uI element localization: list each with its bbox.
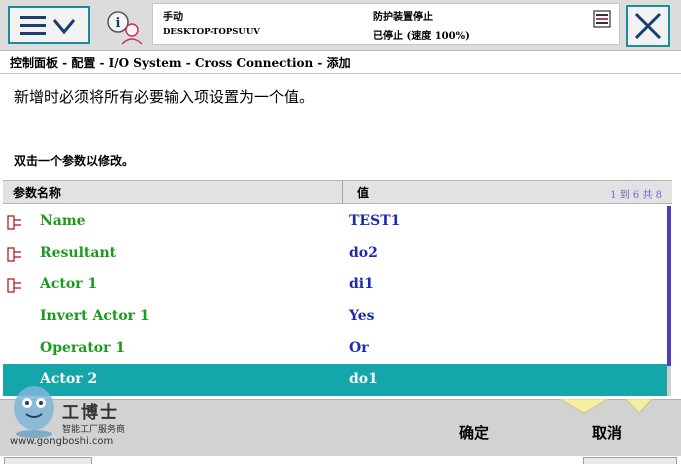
watermark-tagline: 智能工厂服务商 bbox=[62, 425, 126, 435]
top-bar: i 手动 DESKTOP-TOPSUUV 防护装置停止 已停止 (速度 100%… bbox=[0, 0, 681, 51]
ok-button[interactable]: 确定 bbox=[410, 408, 538, 454]
parameter-list: Name TEST1 Resultant do2 Actor 1 di1 Inv… bbox=[3, 206, 667, 397]
scrollbar-thumb[interactable] bbox=[667, 206, 671, 366]
param-value: do2 bbox=[349, 244, 378, 261]
table-header: 参数名称 值 1 到 6 共 8 bbox=[3, 180, 672, 204]
table-row[interactable]: Actor 1 di1 bbox=[3, 269, 667, 301]
operator-info-icon[interactable]: i bbox=[104, 6, 146, 46]
close-icon bbox=[634, 12, 662, 40]
task-tab[interactable] bbox=[4, 457, 92, 464]
cancel-button-label: 取消 bbox=[591, 424, 622, 442]
status-panel: 手动 DESKTOP-TOPSUUV 防护装置停止 已停止 (速度 100%) bbox=[152, 3, 620, 45]
column-header-value: 值 bbox=[357, 186, 370, 200]
param-value: di1 bbox=[349, 276, 374, 293]
scrollbar-track[interactable] bbox=[667, 366, 671, 396]
svg-text:i: i bbox=[116, 16, 121, 31]
breadcrumb: 控制面板 - 配置 - I/O System - Cross Connectio… bbox=[0, 51, 681, 74]
mascot-logo-icon bbox=[14, 386, 54, 438]
task-strip bbox=[0, 456, 681, 464]
required-param-icon bbox=[7, 247, 23, 263]
table-row[interactable]: Resultant do2 bbox=[3, 238, 667, 270]
param-name: Invert Actor 1 bbox=[40, 308, 150, 325]
close-button[interactable] bbox=[626, 5, 670, 47]
param-value: Yes bbox=[349, 308, 375, 325]
table-row[interactable]: Operator 1 Or bbox=[3, 333, 667, 365]
event-log-icon[interactable] bbox=[593, 10, 611, 28]
hint-text: 双击一个参数以修改。 bbox=[14, 154, 135, 168]
watermark-brand: 工博士 bbox=[62, 403, 119, 423]
watermark-url: www.gongboshi.com bbox=[10, 436, 114, 447]
param-name: Resultant bbox=[40, 244, 117, 261]
table-row[interactable]: Name TEST1 bbox=[3, 206, 667, 238]
param-name: Name bbox=[40, 213, 86, 229]
param-value: do1 bbox=[349, 371, 378, 388]
instruction-text: 新增时必须将所有必要输入项设置为一个值。 bbox=[14, 88, 315, 106]
table-row[interactable]: Invert Actor 1 Yes bbox=[3, 301, 667, 333]
required-param-icon bbox=[7, 278, 23, 294]
column-header-name: 参数名称 bbox=[13, 186, 62, 200]
param-value: TEST1 bbox=[349, 213, 401, 229]
param-value: Or bbox=[349, 339, 369, 356]
controller-name: DESKTOP-TOPSUUV bbox=[163, 27, 260, 37]
ok-button-label: 确定 bbox=[458, 424, 489, 442]
param-name: Actor 1 bbox=[40, 276, 98, 293]
param-name: Operator 1 bbox=[40, 339, 126, 356]
task-tab-right[interactable] bbox=[583, 457, 677, 464]
row-count: 1 到 6 共 8 bbox=[610, 190, 662, 201]
hamburger-chevron-icon bbox=[20, 16, 76, 35]
operating-mode: 手动 bbox=[163, 12, 183, 23]
required-param-icon bbox=[7, 215, 23, 231]
cancel-button[interactable]: 取消 bbox=[545, 408, 669, 454]
main-menu-button[interactable] bbox=[8, 6, 90, 44]
motor-state: 防护装置停止 bbox=[373, 12, 433, 23]
column-divider bbox=[342, 181, 343, 203]
breadcrumb-text: 控制面板 - 配置 - I/O System - Cross Connectio… bbox=[10, 56, 351, 70]
watermark: 工博士 智能工厂服务商 www.gongboshi.com bbox=[0, 370, 150, 454]
speed-status: 已停止 (速度 100%) bbox=[373, 31, 470, 42]
